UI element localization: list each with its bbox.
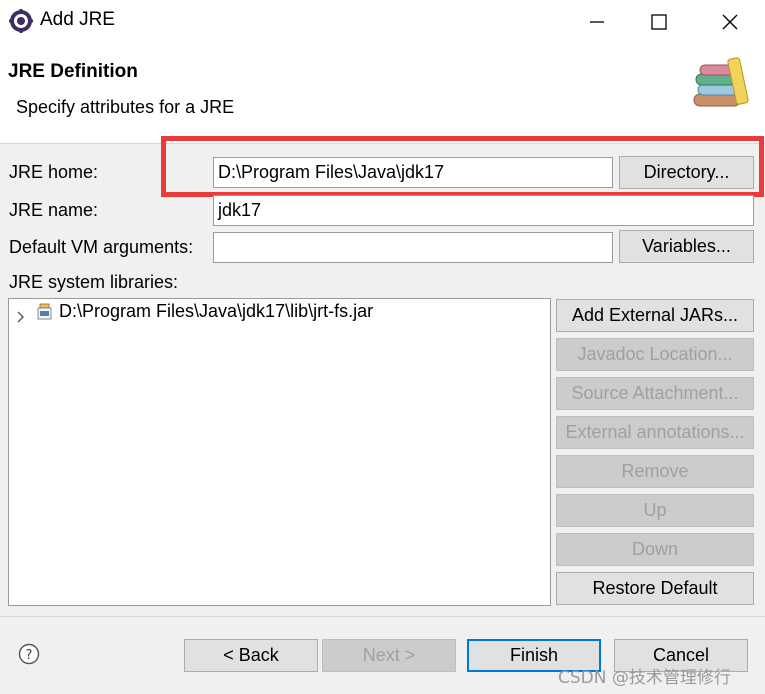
library-books-icon — [692, 54, 752, 110]
window-title: Add JRE — [40, 9, 115, 30]
remove-button[interactable]: Remove — [556, 455, 754, 488]
add-external-jars-button[interactable]: Add External JARs... — [556, 299, 754, 332]
maximize-button[interactable] — [631, 0, 687, 44]
variables-button[interactable]: Variables... — [619, 230, 754, 263]
jre-name-label: JRE name: — [9, 200, 99, 220]
up-button[interactable]: Up — [556, 494, 754, 527]
page-title: JRE Definition — [8, 61, 138, 82]
jre-home-label: JRE home: — [9, 162, 99, 182]
javadoc-location-button[interactable]: Javadoc Location... — [556, 338, 754, 371]
close-icon — [722, 14, 738, 30]
system-libraries-tree[interactable]: D:\Program Files\Java\jdk17\lib\jrt-fs.j… — [8, 298, 551, 606]
next-button[interactable]: Next > — [322, 639, 456, 672]
restore-default-button[interactable]: Restore Default — [556, 572, 754, 605]
highlight-box — [161, 136, 764, 197]
back-button[interactable]: < Back — [184, 639, 318, 672]
close-button[interactable] — [702, 0, 758, 44]
vm-arguments-label: Default VM arguments: — [9, 237, 194, 257]
maximize-icon — [651, 14, 667, 30]
minimize-icon — [590, 21, 604, 23]
minimize-button[interactable] — [569, 0, 625, 44]
wizard-header: JRE Definition Specify attributes for a … — [0, 44, 765, 144]
library-item-label: D:\Program Files\Java\jdk17\lib\jrt-fs.j… — [59, 301, 374, 321]
eclipse-gear-icon — [9, 9, 33, 33]
vm-arguments-input[interactable] — [213, 232, 613, 263]
tree-item[interactable]: D:\Program Files\Java\jdk17\lib\jrt-fs.j… — [9, 299, 550, 327]
watermark: CSDN @技术管理修行 — [558, 668, 731, 688]
svg-text:?: ? — [26, 648, 33, 663]
title-bar: Add JRE — [0, 0, 765, 44]
chevron-right-icon[interactable] — [17, 307, 25, 328]
source-attachment-button[interactable]: Source Attachment... — [556, 377, 754, 410]
jre-name-input[interactable]: jdk17 — [213, 195, 754, 226]
down-button[interactable]: Down — [556, 533, 754, 566]
system-libraries-label: JRE system libraries: — [9, 272, 179, 292]
page-description: Specify attributes for a JRE — [16, 97, 235, 117]
external-annotations-button[interactable]: External annotations... — [556, 416, 754, 449]
help-icon[interactable]: ? — [18, 643, 40, 665]
jar-file-icon — [37, 303, 53, 326]
